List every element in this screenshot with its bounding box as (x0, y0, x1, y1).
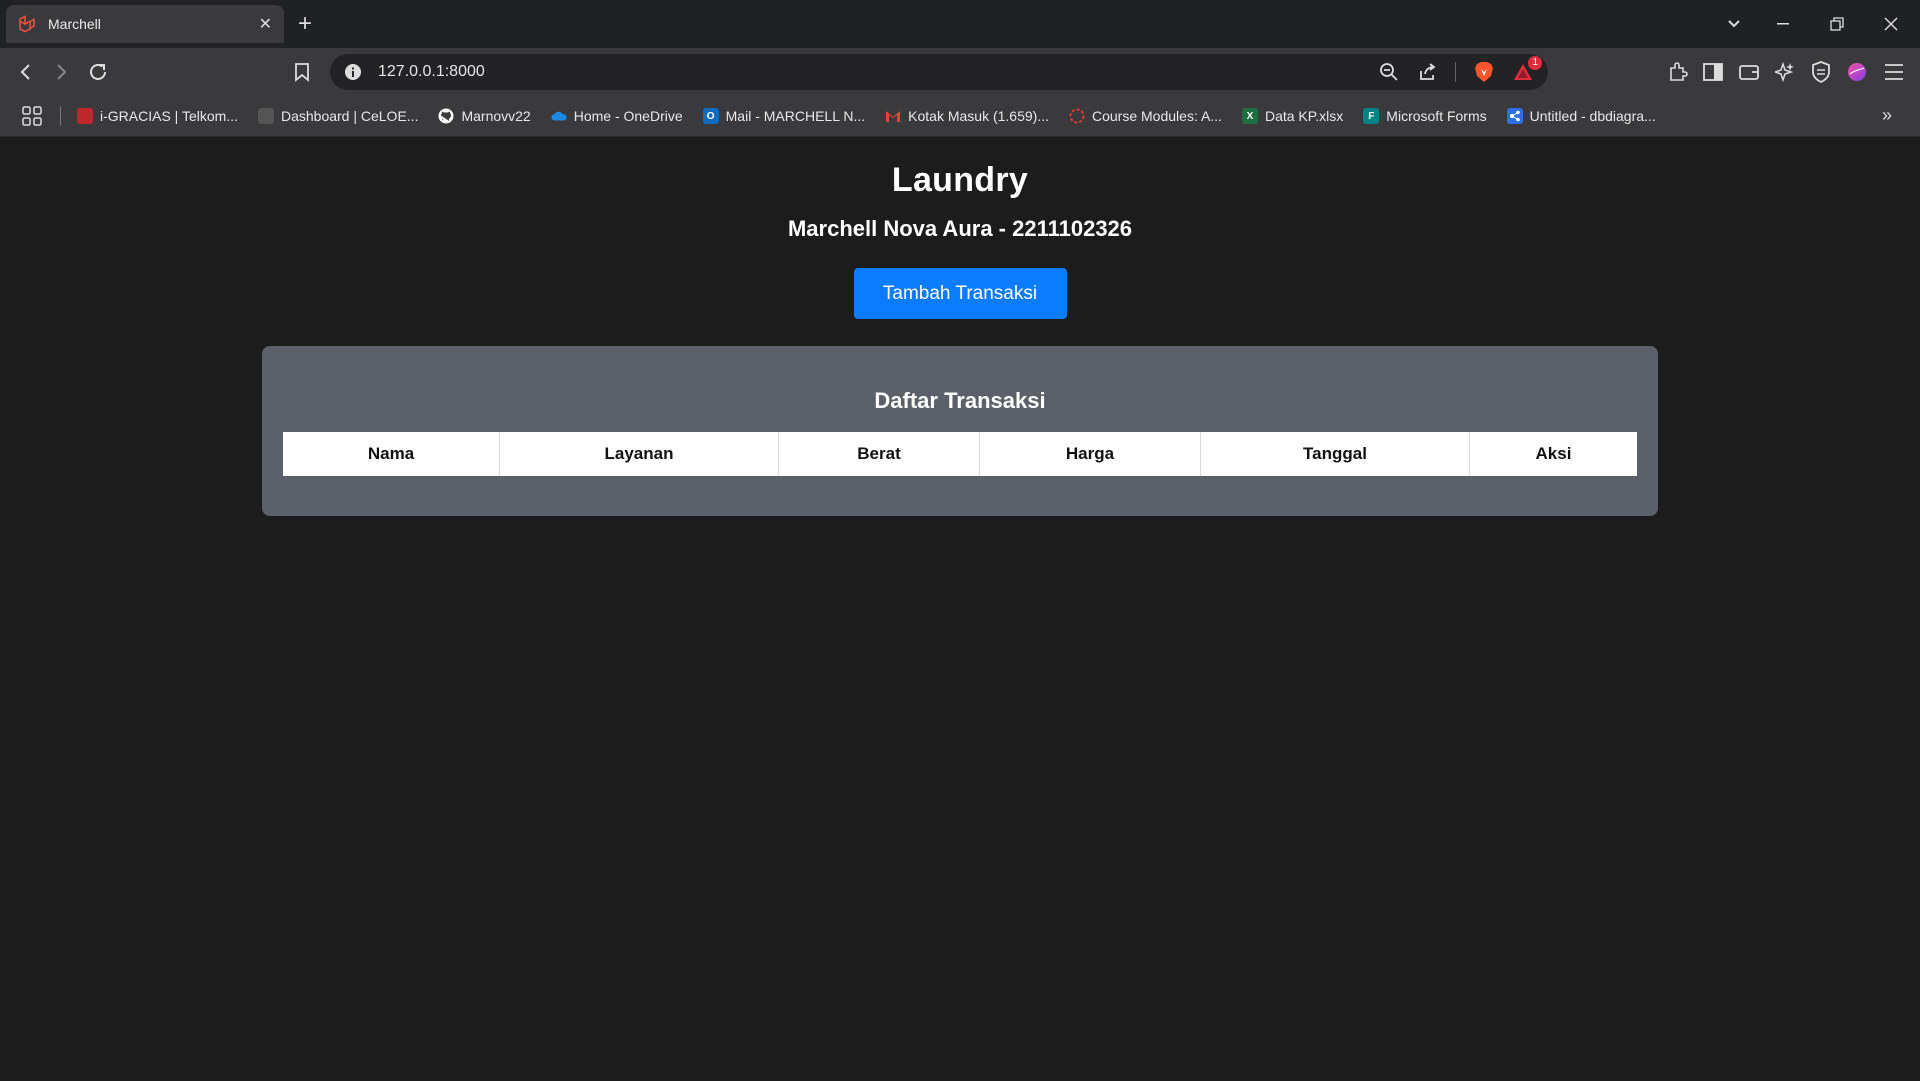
dbdiagram-icon (1506, 108, 1523, 124)
tab-bar: Marchell ✕ + (0, 0, 1920, 48)
new-tab-icon[interactable]: + (298, 10, 312, 38)
site-info-icon[interactable] (344, 63, 362, 81)
browser-toolbar: 127.0.0.1:8000 1 (0, 48, 1920, 96)
brave-rewards-icon[interactable]: 1 (1512, 56, 1542, 82)
celoe-icon (257, 108, 274, 124)
bookmark-label: Marnovv22 (461, 108, 531, 124)
forward-icon[interactable] (49, 60, 73, 84)
bookmark-item[interactable]: Marnovv22 (438, 108, 531, 124)
bookmark-icon[interactable] (290, 60, 314, 84)
bookmarks-divider (60, 106, 61, 126)
transaction-card: Daftar Transaksi Nama Layanan Berat Harg… (262, 346, 1658, 516)
bookmark-label: Data KP.xlsx (1264, 108, 1344, 124)
bookmark-label: i-GRACIAS | Telkom... (100, 108, 238, 124)
onedrive-icon (551, 108, 567, 124)
browser-tab[interactable]: Marchell ✕ (6, 5, 284, 43)
profile-icon[interactable] (1845, 60, 1869, 84)
tab-search-icon[interactable] (1716, 0, 1752, 48)
column-header-tanggal: Tanggal (1200, 432, 1470, 476)
bookmark-item[interactable]: i-GRACIAS | Telkom... (77, 108, 238, 124)
omnibox-divider (1455, 62, 1456, 82)
bookmark-item[interactable]: O Mail - MARCHELL N... (702, 108, 866, 124)
bookmark-label: Untitled - dbdiagra... (1529, 108, 1656, 124)
excel-icon: X (1241, 108, 1258, 124)
tab-title: Marchell (48, 16, 101, 32)
reload-icon[interactable] (86, 60, 110, 84)
close-tab-icon[interactable]: ✕ (259, 14, 272, 34)
menu-icon[interactable] (1882, 60, 1906, 84)
restore-icon[interactable] (1819, 0, 1855, 48)
back-icon[interactable] (14, 60, 38, 84)
gmail-icon (885, 108, 901, 124)
table-header-row: Nama Layanan Berat Harga Tanggal Aksi (283, 432, 1637, 476)
outlook-icon: O (702, 108, 719, 124)
column-header-berat: Berat (778, 432, 980, 476)
column-header-nama: Nama (283, 432, 500, 476)
bookmark-item[interactable]: Untitled - dbdiagra... (1506, 108, 1656, 124)
bookmark-item[interactable]: X Data KP.xlsx (1241, 108, 1344, 124)
url-text[interactable]: 127.0.0.1:8000 (378, 63, 1379, 81)
bookmark-item[interactable]: F Microsoft Forms (1363, 108, 1487, 124)
more-bookmarks-icon[interactable]: » (1882, 105, 1892, 126)
transaction-table: Nama Layanan Berat Harga Tanggal Aksi (283, 432, 1637, 476)
leo-ai-icon[interactable] (1773, 60, 1797, 84)
bookmark-label: Dashboard | CeLOE... (280, 108, 419, 124)
telkom-icon (77, 108, 93, 124)
apps-grid-icon[interactable] (22, 106, 42, 126)
page-content: Laundry Marchell Nova Aura - 2211102326 … (0, 137, 1920, 1081)
brave-shields-icon[interactable] (1474, 61, 1494, 83)
zoom-icon[interactable] (1379, 62, 1399, 82)
bookmark-item[interactable]: Kotak Masuk (1.659)... (885, 108, 1049, 124)
share-icon[interactable] (1417, 62, 1437, 82)
page-title: Laundry (891, 161, 1029, 199)
add-transaction-button[interactable]: Tambah Transaksi (853, 268, 1067, 319)
extensions-icon[interactable] (1666, 60, 1690, 84)
github-icon (438, 108, 454, 124)
laravel-icon (18, 15, 36, 33)
column-header-layanan: Layanan (499, 432, 779, 476)
card-title: Daftar Transaksi (874, 388, 1046, 413)
course-icon (1069, 108, 1085, 124)
vpn-icon[interactable] (1809, 60, 1833, 84)
bookmarks-bar: i-GRACIAS | Telkom... Dashboard | CeLOE..… (0, 96, 1920, 137)
minimize-icon[interactable] (1765, 0, 1801, 48)
bookmark-label: Home - OneDrive (573, 108, 683, 124)
close-window-icon[interactable] (1873, 0, 1909, 48)
bookmark-label: Microsoft Forms (1386, 108, 1487, 124)
bookmark-label: Mail - MARCHELL N... (725, 108, 866, 124)
forms-icon: F (1363, 108, 1380, 124)
sidebar-icon[interactable] (1701, 60, 1725, 84)
bookmark-item[interactable]: Home - OneDrive (551, 108, 683, 124)
bookmark-label: Kotak Masuk (1.659)... (908, 108, 1049, 124)
page-subtitle: Marchell Nova Aura - 2211102326 (787, 216, 1133, 241)
column-header-aksi: Aksi (1535, 444, 1572, 463)
bookmark-item[interactable]: Dashboard | CeLOE... (257, 108, 419, 124)
notification-badge: 1 (1528, 56, 1542, 70)
bookmark-item[interactable]: Course Modules: A... (1069, 108, 1222, 124)
bookmark-label: Course Modules: A... (1092, 108, 1222, 124)
wallet-icon[interactable] (1737, 60, 1761, 84)
column-header-harga: Harga (979, 432, 1201, 476)
address-bar[interactable]: 127.0.0.1:8000 1 (330, 54, 1548, 90)
